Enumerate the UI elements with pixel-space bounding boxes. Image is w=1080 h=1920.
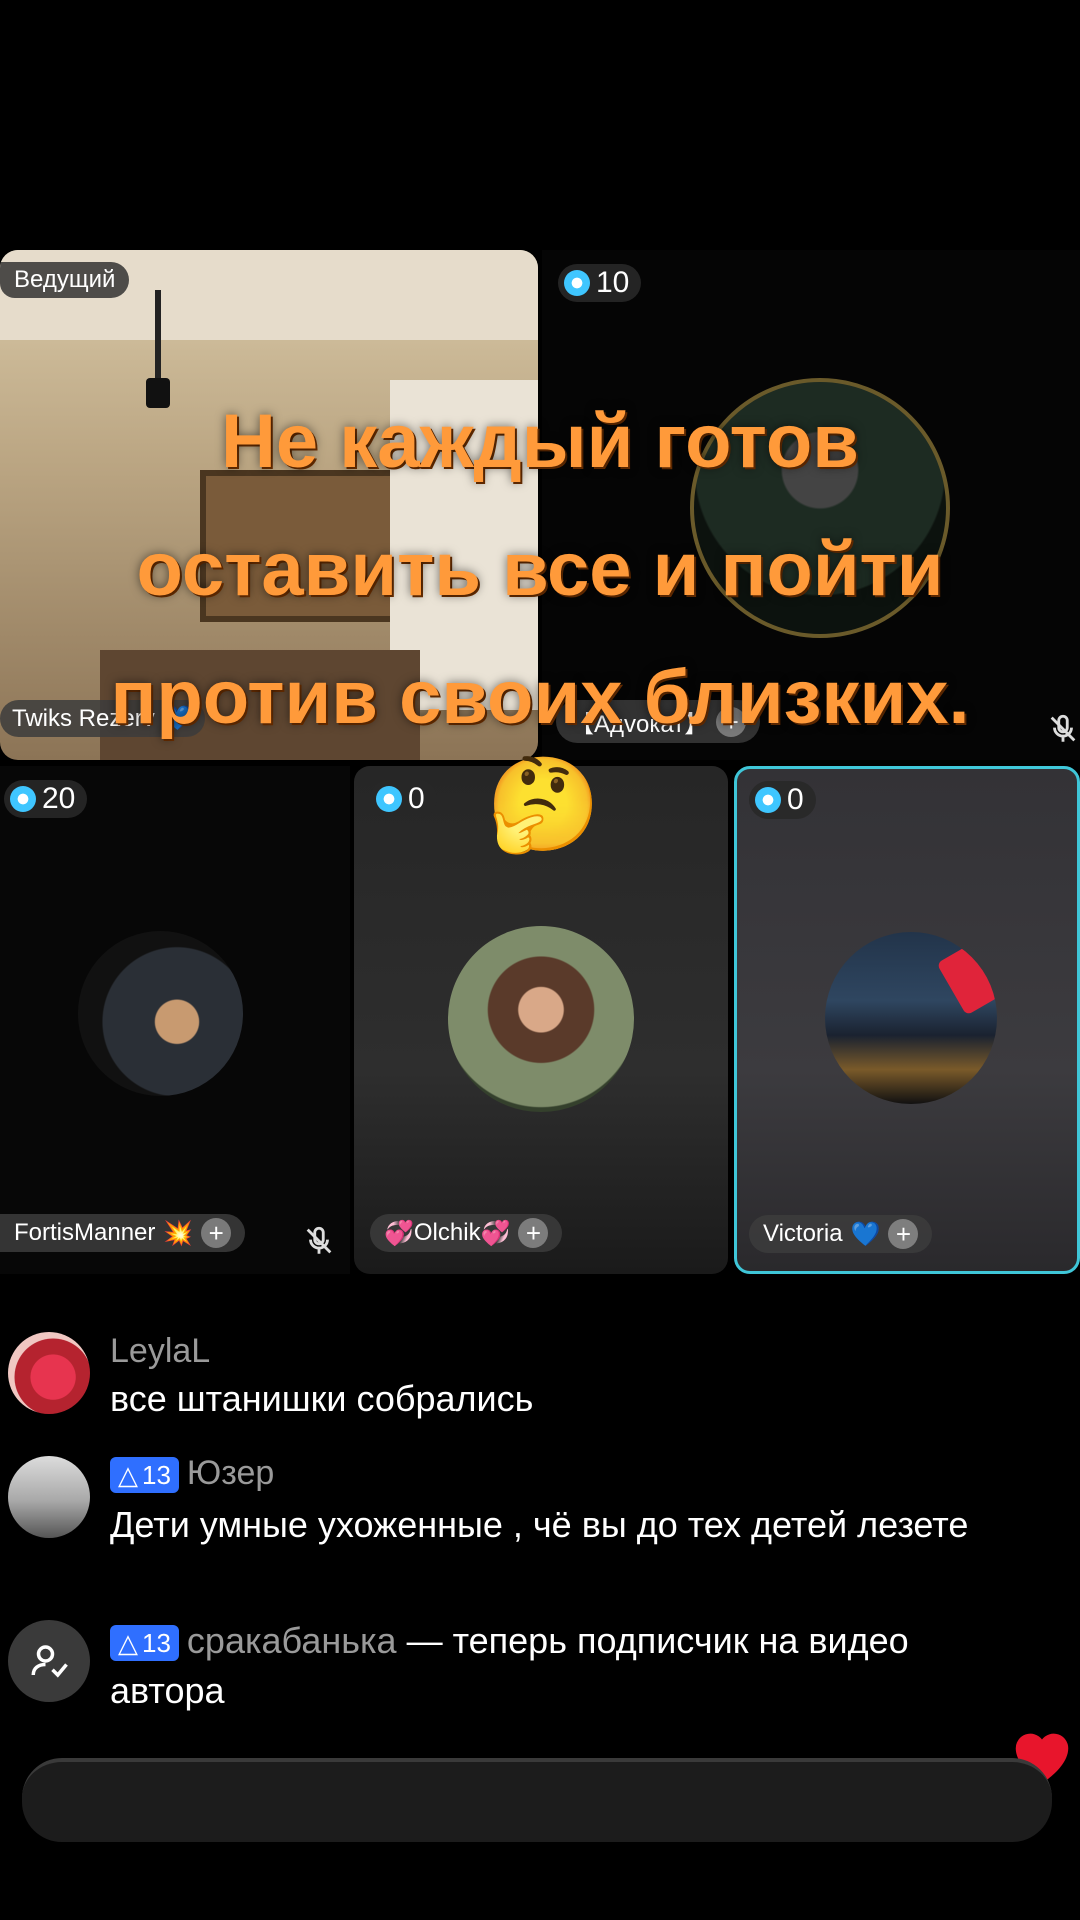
guest-name-emoji: 💙 [850,1220,881,1248]
level-icon: △ [118,1459,138,1490]
host-video [0,250,538,760]
comment-username-row: △ 13 Юзер [110,1454,274,1494]
avatar[interactable] [448,926,634,1112]
guest-name-emoji: 💞 [384,1219,414,1247]
avatar[interactable] [78,931,243,1096]
comment-item: LeylaL все штанишки собрались [8,1332,1068,1442]
plus-icon[interactable]: + [888,1219,919,1249]
host-name: Twiks Rezerv [12,704,155,732]
name-pill[interactable]: FortisManner 💥 + [0,1214,246,1252]
host-badge: Ведущий [0,262,130,298]
avatar[interactable] [690,378,950,638]
user-follow-icon [31,1645,68,1678]
guest-tile-advokat[interactable]: 10 【Адvокат】 + [542,250,1080,760]
name-pill[interactable]: 💞 Olchik 💞 + [370,1214,563,1252]
mic-muted-icon [1050,714,1076,742]
comment-username[interactable]: Юзер [187,1454,274,1492]
score-value: 20 [42,782,76,815]
plus-icon[interactable]: + [716,706,747,737]
guest-name-emoji: 💞 [480,1219,511,1247]
host-name-pill[interactable]: Twiks Rezerv 💙 [0,700,205,737]
name-pill[interactable]: Victoria 💙 + [749,1215,933,1253]
guest-tile-fortismanner[interactable]: 20 FortisManner 💥 + [0,766,350,1274]
plus-icon[interactable]: + [201,1218,232,1248]
score-badge: 0 [370,780,437,818]
score-value: 10 [596,266,630,299]
avatar[interactable] [8,1456,90,1538]
level-value: 13 [142,1459,171,1490]
level-icon: △ [118,1628,138,1659]
avatar[interactable] [825,932,997,1104]
score-value: 0 [787,783,804,816]
score-badge: 10 [558,264,642,302]
comment-input-bar[interactable] [22,1758,1052,1842]
comment-item: △ 13 сракабанька — теперь подписчик на в… [8,1620,1068,1730]
avatar[interactable] [8,1620,90,1702]
host-badge-label: Ведущий [14,266,116,293]
guest-tile-victoria[interactable]: 0 Victoria 💙 + [734,766,1080,1274]
diamond-coin-icon [376,786,402,812]
guest-name: FortisManner [14,1219,156,1246]
follow-notice: △ 13 сракабанька — теперь подписчик на в… [110,1616,1010,1716]
score-badge: 0 [749,781,816,819]
diamond-coin-icon [755,787,781,813]
avatar[interactable] [8,1332,90,1414]
thinking-emoji: 🤔 [486,754,601,856]
guest-name: Victoria [763,1220,843,1247]
comment-username[interactable]: сракабанька [187,1620,397,1661]
level-badge: △ 13 [110,1457,179,1494]
comment-text: Дети умные ухоженные , чё вы до тех дете… [110,1504,969,1545]
host-name-emoji: 💙 [162,705,193,732]
comment-username[interactable]: LeylaL [110,1332,210,1371]
mic-muted-icon [306,1226,332,1254]
score-badge: 20 [4,780,88,818]
comment-text: все штанишки собрались [110,1378,534,1419]
guest-name-emoji: 💥 [163,1219,194,1247]
comment-item: △ 13 Юзер Дети умные ухоженные , чё вы д… [8,1454,1068,1606]
host-tile[interactable]: Ведущий Twiks Rezerv 💙 [0,250,538,760]
guest-name: Olchik [413,1219,481,1246]
diamond-coin-icon [564,270,590,296]
guest-name: 【Адvокат】 [570,711,709,738]
level-badge: △ 13 [110,1625,179,1662]
plus-icon[interactable]: + [518,1218,549,1248]
name-pill[interactable]: 【Адvокат】 + [556,700,761,743]
diamond-coin-icon [10,786,36,812]
score-value: 0 [408,782,425,815]
level-value: 13 [142,1628,171,1659]
